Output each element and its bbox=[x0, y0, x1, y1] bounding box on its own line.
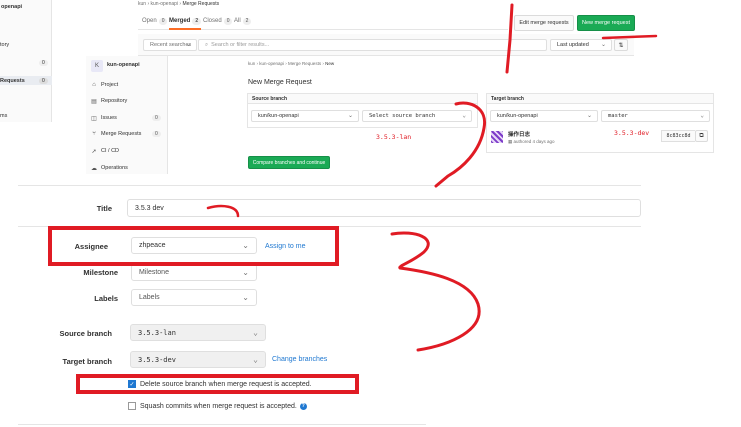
annotation-arrow-stroke bbox=[434, 101, 487, 188]
annotation-vertical-stroke bbox=[505, 3, 514, 74]
annotation-title-stroke bbox=[206, 204, 240, 218]
annotation-three-stroke bbox=[390, 231, 481, 352]
hand-drawn-annotations bbox=[206, 3, 658, 352]
annotation-underline-stroke bbox=[601, 34, 658, 40]
